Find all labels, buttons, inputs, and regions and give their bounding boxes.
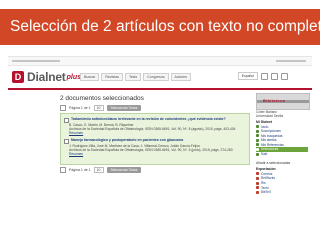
result-abstract-link[interactable]: Resumen <box>69 152 246 156</box>
result-title[interactable]: Manejo farmacológico y postoperatorio en… <box>71 138 183 142</box>
page-heading: 2 documentos seleccionados <box>60 95 144 102</box>
export-bibtex[interactable]: BibTeX <box>256 190 308 195</box>
dialnet-logo[interactable]: D Dialnet plus <box>12 69 81 85</box>
dialnet-screenshot: D Dialnet plus Buscar Revistas Tesis Con… <box>8 56 312 233</box>
bullet-icon <box>256 143 259 147</box>
top-bar-right-text <box>276 60 306 62</box>
top-bar-left-text <box>12 60 60 62</box>
sidebar-item-label: Salir <box>261 152 268 157</box>
add-selection-link[interactable]: Añadir a seleccionadas <box>256 161 308 165</box>
bullet-icon <box>256 147 259 151</box>
bullet-icon <box>256 125 259 128</box>
export-label: RefWorks <box>261 176 275 181</box>
page-label-bottom: Página 1 de 1 <box>69 168 91 172</box>
main-nav: Buscar Revistas Tesis Congresos Autores <box>80 73 191 81</box>
result-source: Archivos de la Sociedad Española de Ofta… <box>69 147 233 152</box>
nav-autores[interactable]: Autores <box>170 73 191 81</box>
page-label: Página 1 de 1 <box>69 106 91 110</box>
bullet-icon <box>256 134 259 138</box>
export-icon <box>256 176 259 180</box>
nav-congresos[interactable]: Congresos <box>143 73 169 81</box>
export-icon <box>256 186 259 190</box>
pager-bottom: Página 1 de 1 10 Seleccionar Todos <box>60 167 142 173</box>
sidebar-item-label: Selecciones <box>261 147 279 152</box>
select-all-button-bottom[interactable]: Seleccionar Todos <box>106 167 142 173</box>
export-icon <box>256 172 259 176</box>
slide-title: Selección de 2 artículos con texto no co… <box>10 18 320 35</box>
nav-buscar[interactable]: Buscar <box>80 73 100 81</box>
language-select[interactable]: Español <box>237 72 258 80</box>
export-list: Correos RefWorks Ris Texto BibTeX <box>256 172 308 195</box>
export-label: Texto <box>261 185 269 190</box>
export-label: Ris <box>261 181 266 186</box>
dialnet-logo-icon: D <box>12 71 24 83</box>
select-all-button[interactable]: Seleccionar Todos <box>106 105 142 111</box>
header-divider <box>8 88 312 90</box>
user-icon[interactable] <box>271 72 278 80</box>
user-institution: Universidad Sevilla <box>256 114 284 118</box>
right-sidebar: Biblioteca Cotter Mariano Universidad Se… <box>256 93 310 195</box>
bullet-icon <box>256 138 259 142</box>
result-title[interactable]: Tratamiento antimicrobiano irrelevante e… <box>71 117 226 121</box>
sidebar-item-salir[interactable]: Salir <box>256 152 308 157</box>
logo-plus: plus <box>66 73 81 81</box>
slide-title-banner: Selección de 2 artículos con texto no co… <box>0 9 320 45</box>
export-icon <box>256 190 259 194</box>
result-checkbox[interactable] <box>64 117 69 123</box>
sidebar-item-label: Inicio <box>261 124 269 129</box>
list-item: Manejo farmacológico y postoperatorio en… <box>64 138 246 156</box>
sidebar-item-label: Mis alertas <box>261 138 277 143</box>
banner-text: Biblioteca <box>263 98 286 103</box>
sidebar-menu: Inicio Suscripciones Mis búsquedas Mis a… <box>256 124 308 156</box>
result-abstract-link[interactable]: Resumen <box>69 131 246 135</box>
list-item: Tratamiento antimicrobiano irrelevante e… <box>64 117 246 135</box>
sidebar-item-label: Mis búsquedas <box>261 133 283 138</box>
pager-top: Página 1 de 1 10 Seleccionar Todos <box>60 105 142 111</box>
nav-tesis[interactable]: Tesis <box>124 73 142 81</box>
result-source: Archivos de la Sociedad Española de Ofta… <box>69 126 236 131</box>
results-list: Tratamiento antimicrobiano irrelevante e… <box>60 113 250 165</box>
sidebar-item-label: Suscripciones <box>261 129 281 134</box>
result-checkbox[interactable] <box>64 138 69 144</box>
select-all-checkbox[interactable] <box>60 105 66 111</box>
logout-icon[interactable] <box>281 72 288 80</box>
select-all-checkbox-bottom[interactable] <box>60 167 66 173</box>
bullet-icon <box>256 152 259 156</box>
help-icon[interactable] <box>261 72 268 80</box>
per-page-select[interactable]: 10 <box>93 105 104 111</box>
library-banner-image: Biblioteca <box>256 93 310 110</box>
bullet-icon <box>256 129 259 133</box>
export-label: BibTeX <box>261 190 272 195</box>
logo-text: Dialnet <box>27 70 66 84</box>
header-controls: Español <box>237 72 288 80</box>
export-label: Correos <box>261 171 273 176</box>
nav-revistas[interactable]: Revistas <box>101 73 123 81</box>
per-page-select-bottom[interactable]: 10 <box>93 167 104 173</box>
browser-top-bar <box>8 57 312 66</box>
export-icon <box>256 181 259 185</box>
sidebar-item-label: Mis Referencias <box>261 142 284 147</box>
